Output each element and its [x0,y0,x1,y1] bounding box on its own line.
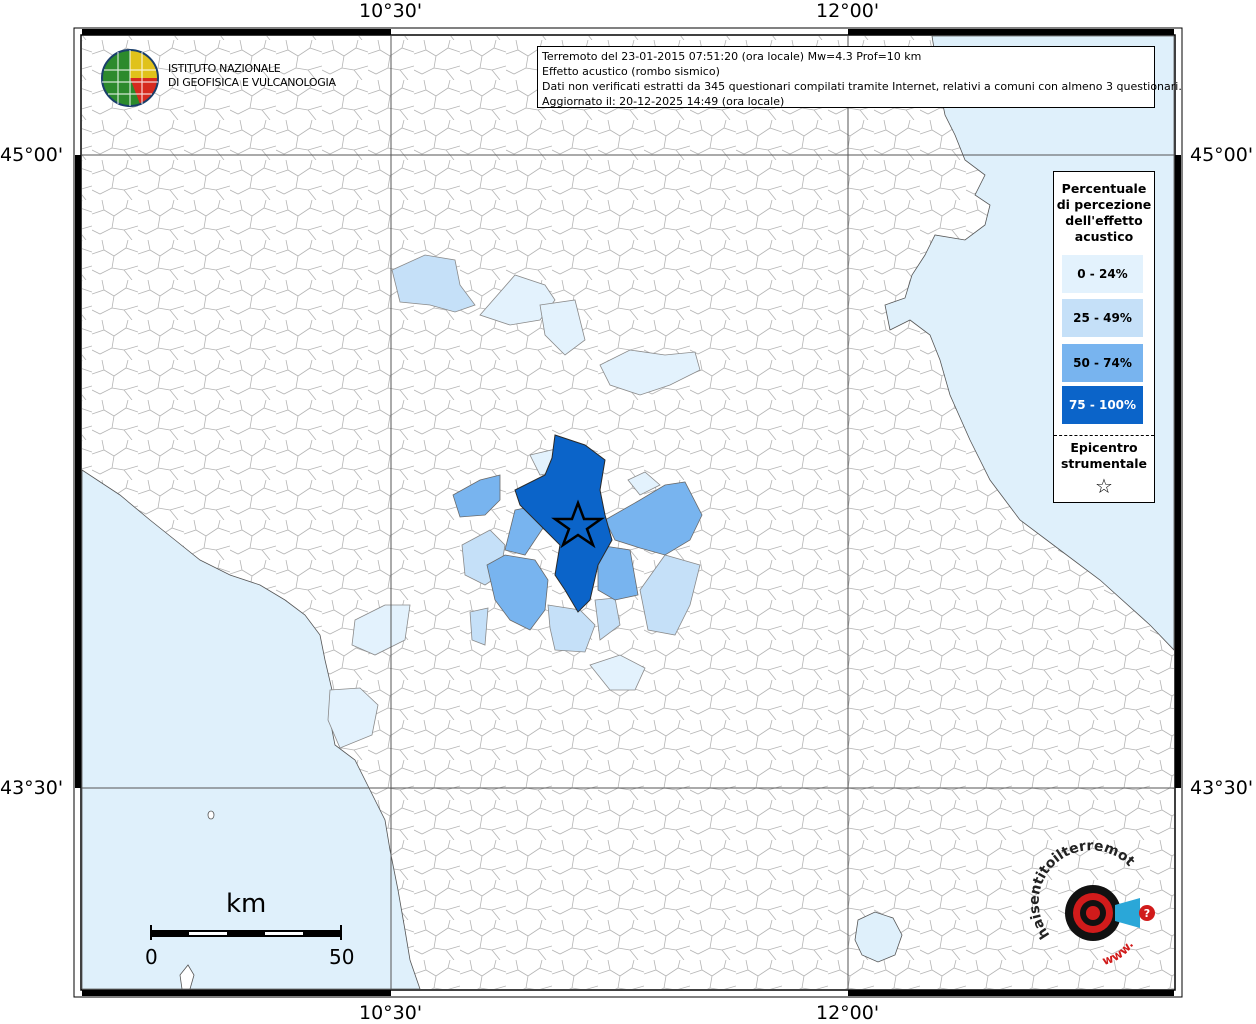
legend-title-line: di percezione [1056,197,1152,212]
svg-text:?: ? [1144,907,1150,920]
lon-label-top-left: 10°30' [359,0,423,22]
legend-title-line: acustico [1074,229,1134,244]
legend: Percentuale di percezione dell'effetto a… [1053,171,1155,503]
scale-max-label: 50 [329,945,355,969]
ingv-logo-line2: DI GEOFISICA E VULCANOLOGIA [168,76,336,89]
island [207,810,215,820]
lat-label-left-bottom: 43°30' [0,777,64,799]
lat-label-left-top: 45°00' [0,144,64,166]
scale-min-label: 0 [145,945,158,969]
lat-label-right-bottom: 43°30' [1190,777,1254,799]
ingv-logo-line1: ISTITUTO NAZIONALE [168,62,281,75]
legend-separator [1054,435,1154,436]
legend-title-line: Percentuale [1061,181,1147,196]
ingv-globe-icon [101,49,159,107]
legend-star-icon: ☆ [1095,474,1113,498]
lat-label-right-top: 45°00' [1190,144,1254,166]
legend-title: Percentuale di percezione dell'effetto a… [1054,181,1154,245]
lon-label-top-right: 12°00' [816,0,880,22]
intensity-map[interactable]: ? haisentitoilterremoto.it www. [0,0,1256,1024]
legend-epicenter-line: strumentale [1060,456,1148,471]
event-info-box: Terremoto del 23-01-2015 07:51:20 (ora l… [537,46,1182,108]
lon-label-bottom-left: 10°30' [359,1002,423,1024]
legend-epicenter-label: Epicentro strumentale [1054,440,1154,472]
event-info-line1: Terremoto del 23-01-2015 07:51:20 (ora l… [542,50,922,63]
lon-label-bottom-right: 12°00' [816,1002,880,1024]
event-info-line4: Aggiornato il: 20-12-2025 14:49 (ora loc… [542,95,785,108]
legend-class-50-74: 50 - 74% [1062,344,1143,382]
legend-class-75-100: 75 - 100% [1062,386,1143,424]
legend-title-line: dell'effetto [1065,213,1143,228]
event-info-line2: Effetto acustico (rombo sismico) [542,65,720,78]
scale-unit: km [226,889,267,919]
legend-class-0-24: 0 - 24% [1062,255,1143,293]
event-info-line3: Dati non verificati estratti da 345 ques… [542,80,1182,93]
legend-epicenter-line: Epicentro [1070,440,1138,455]
legend-class-25-49: 25 - 49% [1062,299,1143,337]
ingv-logo-text: ISTITUTO NAZIONALE DI GEOFISICA E VULCAN… [168,62,336,90]
